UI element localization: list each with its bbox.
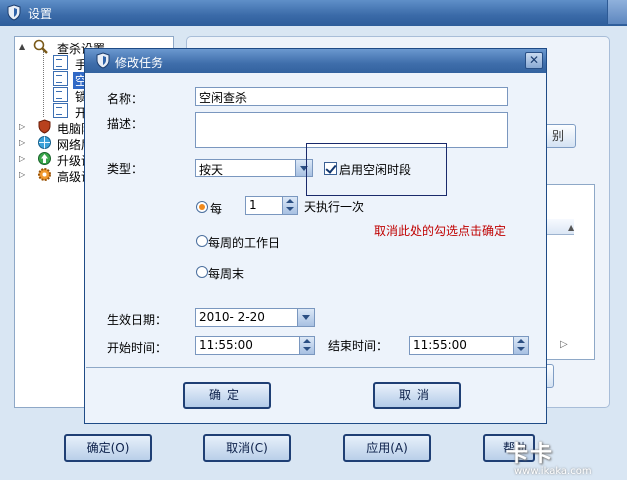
watermark-url: www.ikaka.com bbox=[514, 466, 592, 477]
shield-icon bbox=[7, 4, 21, 21]
effective-date-picker[interactable]: 2010- 2-20 bbox=[195, 308, 315, 327]
type-select[interactable]: 按天 bbox=[195, 159, 313, 177]
radio-weekend[interactable] bbox=[196, 266, 208, 278]
effective-date-label: 生效日期： bbox=[107, 313, 168, 327]
document-icon bbox=[53, 87, 68, 102]
idle-period-checkbox[interactable] bbox=[324, 162, 337, 175]
magnifier-icon bbox=[33, 39, 48, 54]
dialog-divider bbox=[86, 367, 546, 368]
gear-icon bbox=[38, 168, 51, 181]
expand-icon[interactable]: ▷ bbox=[19, 138, 25, 147]
description-label: 描述： bbox=[107, 117, 144, 131]
shield-icon bbox=[38, 119, 51, 134]
radio-daily[interactable] bbox=[196, 201, 208, 213]
interval-stepper[interactable]: 1 bbox=[245, 196, 298, 215]
upgrade-icon bbox=[38, 152, 51, 165]
cancel-button[interactable]: 取消(C) bbox=[203, 434, 291, 462]
start-time-label: 开始时间： bbox=[107, 341, 168, 355]
network-icon bbox=[38, 136, 51, 149]
expand-icon[interactable]: ▷ bbox=[19, 170, 25, 179]
close-icon: ✕ bbox=[528, 53, 540, 67]
dialog-titlebar: 修改任务 ✕ bbox=[85, 49, 546, 73]
interval-suffix: 天执行一次 bbox=[304, 200, 365, 214]
shield-icon bbox=[96, 52, 110, 69]
ok-button[interactable]: 确定(O) bbox=[64, 434, 152, 462]
name-field[interactable]: 空闲查杀 bbox=[195, 87, 508, 106]
idle-period-label: 启用空闲时段 bbox=[339, 163, 412, 177]
stepper-arrows-icon[interactable] bbox=[513, 337, 528, 354]
end-time-field[interactable]: 11:55:00 bbox=[409, 336, 529, 355]
settings-close-button[interactable] bbox=[607, 0, 627, 24]
radio-workdays[interactable] bbox=[196, 235, 208, 247]
task-list: ▲ ▷ bbox=[545, 184, 595, 360]
dialog-cancel-button[interactable]: 取消 bbox=[373, 382, 461, 409]
start-time-field[interactable]: 11:55:00 bbox=[195, 336, 315, 355]
radio-daily-label: 每 bbox=[210, 202, 223, 216]
dialog-title: 修改任务 bbox=[115, 56, 164, 70]
settings-title: 设置 bbox=[28, 7, 53, 21]
settings-titlebar: 设置 bbox=[0, 0, 627, 26]
watermark: 卡卡 www.ikaka.com bbox=[500, 434, 627, 480]
expand-icon[interactable]: ▷ bbox=[19, 154, 25, 163]
radio-weekend-label: 每周末 bbox=[208, 267, 245, 281]
document-icon bbox=[53, 103, 68, 118]
expand-icon[interactable]: ▷ bbox=[19, 122, 25, 131]
apply-button[interactable]: 应用(A) bbox=[343, 434, 431, 462]
end-time-label: 结束时间： bbox=[328, 339, 389, 353]
dialog-ok-button[interactable]: 确定 bbox=[183, 382, 271, 409]
radio-workdays-label: 每周的工作日 bbox=[208, 236, 281, 250]
watermark-logo: 卡卡 bbox=[506, 442, 555, 467]
document-icon bbox=[53, 71, 68, 86]
stepper-arrows-icon[interactable] bbox=[299, 337, 314, 354]
name-label: 名称： bbox=[107, 92, 144, 106]
type-label: 类型： bbox=[107, 162, 144, 176]
dialog-close-button[interactable]: ✕ bbox=[525, 52, 543, 69]
annotation-text: 取消此处的勾选点击确定 bbox=[374, 224, 507, 238]
stepper-arrows-icon[interactable] bbox=[282, 197, 297, 214]
chevron-down-icon[interactable] bbox=[297, 309, 314, 326]
document-icon bbox=[53, 55, 68, 70]
collapse-icon[interactable]: ▲ bbox=[19, 42, 25, 51]
